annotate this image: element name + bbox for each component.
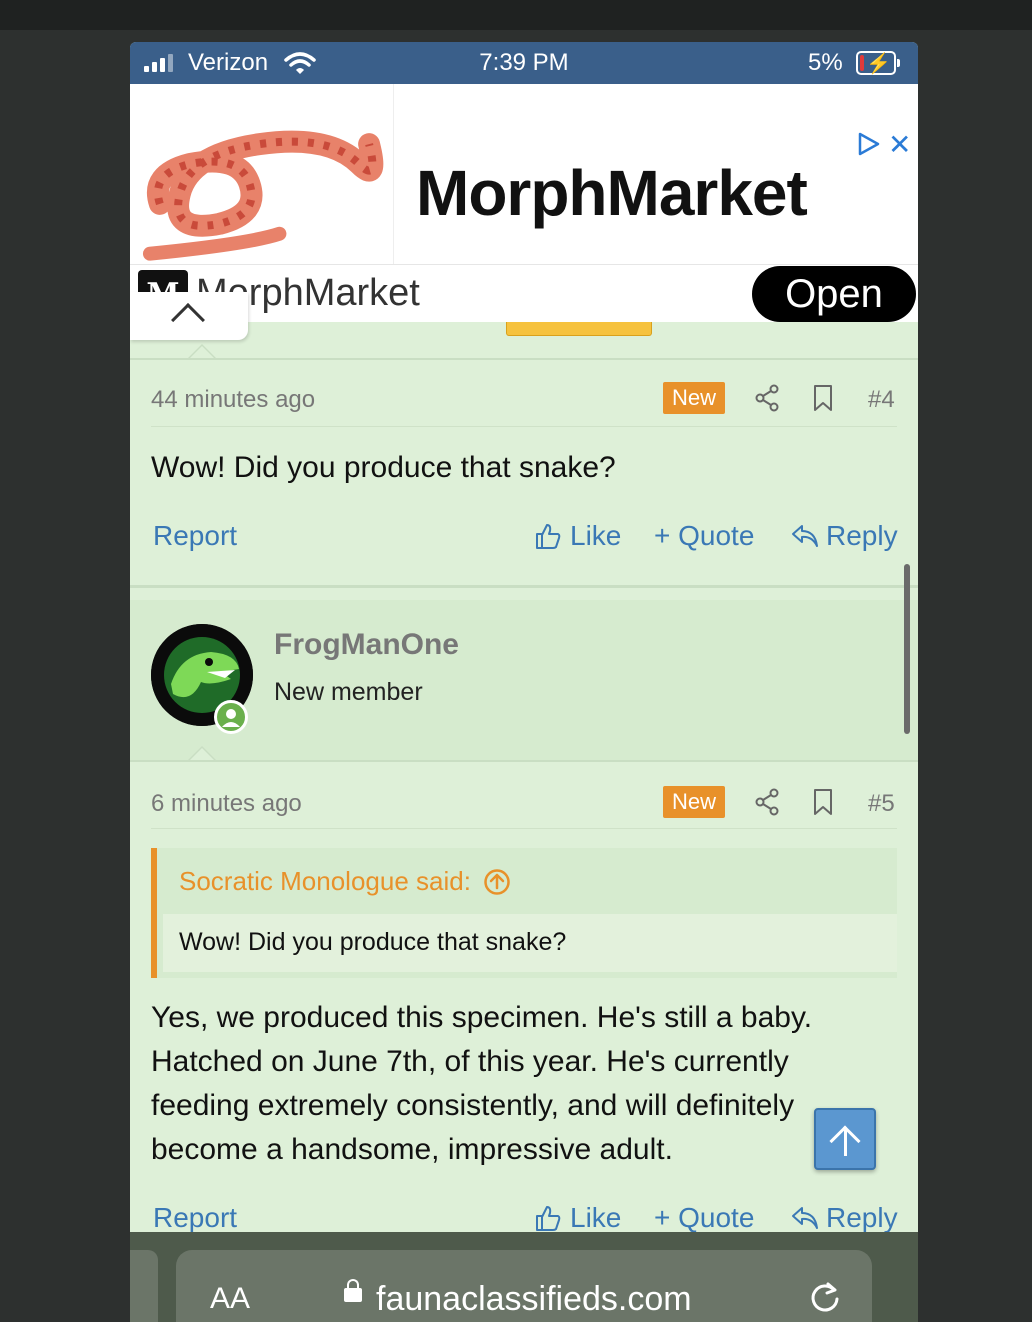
- phone-screen: Verizon 7:39 PM 5% ⚡ MorphMarket ✕ M Mor…: [130, 42, 918, 1322]
- thumbs-up-icon: [536, 1206, 561, 1231]
- meta-divider: [151, 828, 897, 829]
- like-label: Like: [570, 520, 622, 551]
- like-button[interactable]: Like: [534, 1202, 621, 1234]
- scrollbar[interactable]: [904, 564, 910, 734]
- quote-text: Wow! Did you produce that snake?: [179, 928, 567, 956]
- username[interactable]: FrogManOne: [274, 628, 459, 662]
- ad-banner[interactable]: MorphMarket ✕ M MorphMarket Open: [130, 84, 918, 322]
- reply-icon: [792, 1207, 818, 1229]
- quote-author: Socratic Monologue said:: [179, 866, 471, 896]
- post-time[interactable]: 6 minutes ago: [151, 790, 302, 818]
- message-pointer: [188, 344, 216, 358]
- body-line: Yes, we produced this specimen. He's sti…: [151, 1001, 813, 1034]
- ad-divider: [130, 264, 918, 265]
- quote-button[interactable]: + Quote: [654, 1202, 754, 1234]
- close-icon[interactable]: ✕: [888, 128, 911, 161]
- quote-attribution[interactable]: Socratic Monologue said:: [179, 866, 511, 897]
- arrow-up-circle-icon[interactable]: [483, 868, 511, 896]
- url-text[interactable]: faunaclassifieds.com: [376, 1280, 692, 1319]
- ad-headline[interactable]: MorphMarket: [416, 156, 808, 230]
- snake-ad-image[interactable]: [130, 84, 394, 264]
- benefactor-badge-cut: [506, 322, 652, 336]
- scroll-to-top-button[interactable]: [814, 1108, 876, 1170]
- post-meta-4: 44 minutes ago New #4: [130, 382, 918, 422]
- report-button[interactable]: Report: [153, 1202, 237, 1234]
- reply-button[interactable]: Reply: [790, 520, 898, 552]
- adchoices-icon[interactable]: [856, 132, 880, 156]
- like-label: Like: [570, 1202, 622, 1233]
- clock: 7:39 PM: [479, 49, 569, 76]
- quote-block: Socratic Monologue said: Wow! Did you pr…: [151, 848, 897, 978]
- section-divider: [130, 358, 918, 360]
- chevron-up-icon: [171, 303, 205, 337]
- reply-button[interactable]: Reply: [790, 1202, 898, 1234]
- quote-button[interactable]: + Quote: [654, 520, 754, 552]
- bookmark-icon[interactable]: [812, 788, 834, 816]
- section-divider: [130, 760, 918, 762]
- message-pointer: [188, 746, 216, 760]
- report-button[interactable]: Report: [153, 520, 237, 552]
- user-title: New member: [274, 678, 423, 706]
- battery-icon: ⚡: [856, 51, 900, 75]
- text-size-button[interactable]: AA: [210, 1282, 250, 1316]
- body-line: feeding extremely consistently, and will…: [151, 1089, 795, 1122]
- browser-toolbar: AA faunaclassifieds.com: [130, 1232, 918, 1322]
- meta-divider: [151, 426, 897, 427]
- lock-icon: [344, 1279, 362, 1302]
- thumbs-up-icon: [536, 524, 561, 549]
- open-button[interactable]: Open: [752, 266, 916, 322]
- post-body-4: Wow! Did you produce that snake?: [151, 451, 616, 484]
- share-icon[interactable]: [754, 384, 780, 412]
- post-body-5: Yes, we produced this specimen. He's sti…: [151, 996, 891, 1172]
- battery-percent: 5%: [808, 49, 843, 76]
- post-number[interactable]: #4: [868, 386, 895, 414]
- like-button[interactable]: Like: [534, 520, 621, 552]
- backdrop-top: [0, 0, 1032, 30]
- post-number[interactable]: #5: [868, 790, 895, 818]
- previous-tab[interactable]: [130, 1250, 158, 1322]
- post-divider: [130, 585, 918, 588]
- new-badge: New: [663, 382, 725, 414]
- user-status-icon: [214, 700, 248, 734]
- body-line: become a handsome, impressive adult.: [151, 1133, 673, 1166]
- reload-icon[interactable]: [808, 1280, 842, 1314]
- reply-label: Reply: [826, 520, 898, 551]
- scroll-top-tab[interactable]: [130, 292, 248, 340]
- user-info: FrogManOne New member: [130, 600, 918, 760]
- new-badge: New: [663, 786, 725, 818]
- post-time[interactable]: 44 minutes ago: [151, 386, 315, 414]
- share-icon[interactable]: [754, 788, 780, 816]
- status-bar: Verizon 7:39 PM 5% ⚡: [130, 42, 918, 84]
- post-actions-4: Report Like + Quote Reply: [130, 520, 918, 560]
- body-line: Hatched on June 7th, of this year. He's …: [151, 1045, 789, 1078]
- post-meta-5: 6 minutes ago New #5: [130, 786, 918, 826]
- reply-label: Reply: [826, 1202, 898, 1233]
- reply-icon: [792, 525, 818, 547]
- bookmark-icon[interactable]: [812, 384, 834, 412]
- charging-bolt-icon: ⚡: [866, 53, 891, 75]
